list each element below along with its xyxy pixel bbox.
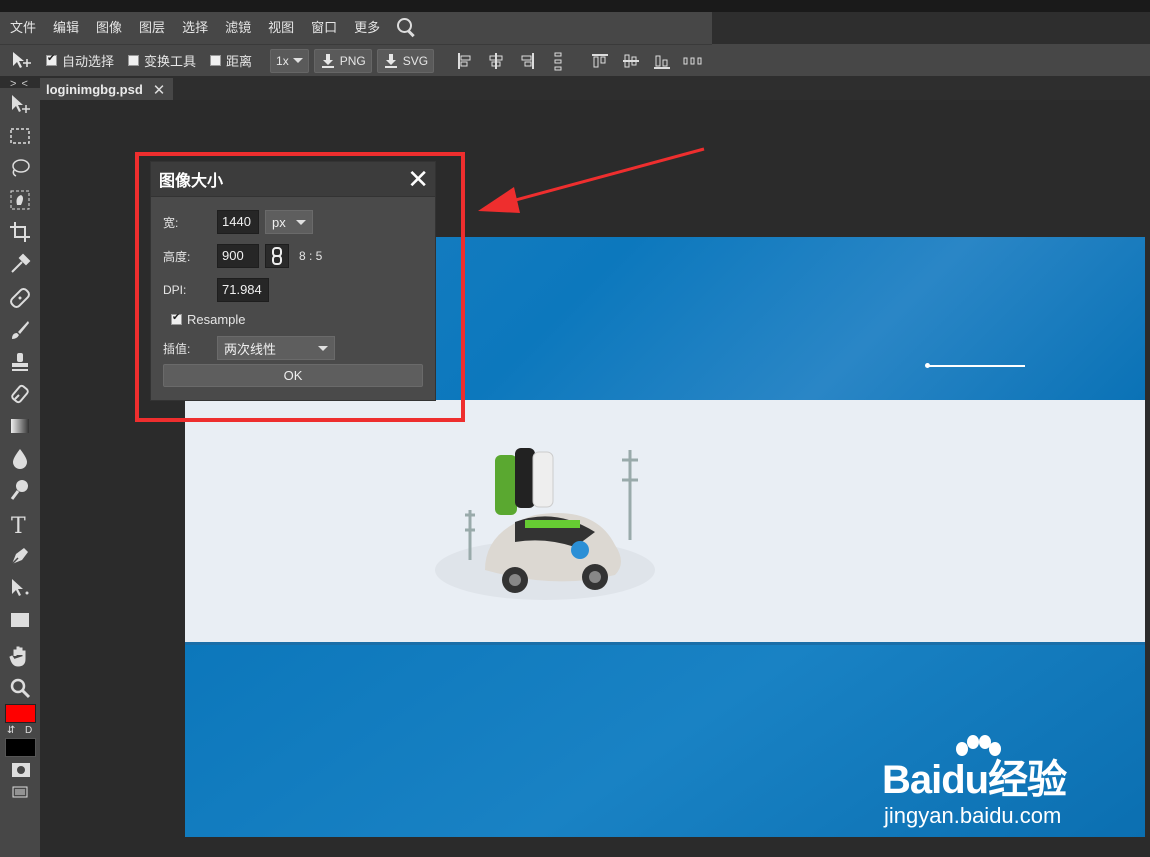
chevron-down-icon: [292, 58, 303, 63]
transform-checkbox[interactable]: [128, 55, 140, 66]
top-strip: [0, 0, 1150, 12]
foreground-color-swatch[interactable]: [5, 704, 36, 723]
menu-edit[interactable]: 编辑: [53, 13, 79, 43]
search-icon[interactable]: [395, 17, 417, 39]
watermark-url: jingyan.baidu.com: [884, 803, 1062, 828]
quick-select-tool-icon[interactable]: [8, 188, 32, 212]
distance-label: 距离: [226, 54, 253, 69]
brush-tool-icon[interactable]: [8, 318, 32, 342]
align-center-h-icon[interactable]: [486, 51, 506, 71]
decor-line: [926, 365, 1025, 367]
stamp-tool-icon[interactable]: [8, 350, 32, 374]
menu-filter[interactable]: 滤镜: [225, 13, 251, 43]
baidu-watermark: Baidu经验 jingyan.baidu.com: [882, 735, 1092, 835]
shape-tool-icon[interactable]: [8, 608, 32, 632]
text-tool-icon[interactable]: T: [8, 512, 32, 536]
hand-tool-icon[interactable]: [8, 644, 32, 668]
download-icon: [384, 53, 397, 68]
auto-select-label: 自动选择: [62, 54, 115, 69]
close-tab-icon[interactable]: ✕: [153, 81, 166, 99]
healing-brush-tool-icon[interactable]: [8, 286, 32, 310]
highlight-box: [135, 152, 465, 422]
marquee-tool-icon[interactable]: [8, 124, 32, 148]
lasso-tool-icon[interactable]: [8, 156, 32, 180]
menu-more[interactable]: 更多: [354, 13, 380, 43]
transform-label: 变换工具: [144, 54, 197, 69]
transform-option[interactable]: 变换工具: [128, 51, 196, 70]
eraser-tool-icon[interactable]: [8, 382, 32, 406]
background-color-swatch[interactable]: [5, 738, 36, 757]
download-icon: [321, 53, 334, 68]
menu-view[interactable]: 视图: [268, 13, 294, 43]
default-colors-button[interactable]: D: [25, 725, 32, 736]
export-svg-button[interactable]: SVG: [376, 48, 435, 73]
menu-window[interactable]: 窗口: [311, 13, 337, 43]
screen-mode-icon[interactable]: [12, 786, 28, 798]
distance-option[interactable]: 距离: [210, 51, 252, 70]
pen-tool-icon[interactable]: [8, 544, 32, 568]
tab-loginimgbg[interactable]: loginimgbg.psd ✕: [40, 78, 173, 101]
export-png-button[interactable]: PNG: [313, 48, 372, 73]
watermark-main: Baidu经验: [882, 758, 1067, 802]
align-right-icon[interactable]: [517, 51, 537, 71]
svg-text:T: T: [11, 514, 26, 536]
zoom-value: 1x: [276, 53, 289, 68]
menu-bar-empty: [712, 12, 1150, 44]
gradient-tool-icon[interactable]: [8, 414, 32, 438]
menu-file[interactable]: 文件: [10, 13, 36, 43]
auto-select-option[interactable]: 自动选择: [46, 51, 114, 70]
quick-mask-icon[interactable]: [11, 762, 31, 778]
svg-label: SVG: [402, 53, 429, 68]
png-label: PNG: [339, 53, 366, 68]
align-bottom-icon[interactable]: [652, 51, 672, 71]
distribute-horizontal-icon[interactable]: [683, 51, 703, 71]
zoom-tool-icon[interactable]: [8, 676, 32, 700]
move-tool-icon[interactable]: [10, 50, 34, 72]
eyedropper-tool-icon[interactable]: [8, 252, 32, 276]
dodge-tool-icon[interactable]: [8, 478, 32, 502]
menu-bar: 文件 编辑 图像 图层 选择 滤镜 视图 窗口 更多: [0, 12, 712, 44]
align-top-icon[interactable]: [590, 51, 610, 71]
options-bar-empty: [712, 44, 1150, 76]
move-tool-icon[interactable]: [8, 93, 32, 117]
path-select-tool-icon[interactable]: [8, 576, 32, 600]
align-left-icon[interactable]: [455, 51, 475, 71]
menu-image[interactable]: 图像: [96, 13, 122, 43]
swap-colors-button[interactable]: ⇵: [7, 725, 15, 736]
align-middle-icon[interactable]: [621, 51, 641, 71]
distance-checkbox[interactable]: [210, 55, 222, 66]
zoom-select[interactable]: 1x: [270, 48, 309, 73]
canvas-middle-band: [185, 400, 1145, 642]
tab-label: loginimgbg.psd: [46, 82, 143, 97]
distribute-vertical-icon[interactable]: [548, 51, 568, 71]
car-illustration: [435, 448, 655, 600]
crop-tool-icon[interactable]: [8, 220, 32, 244]
options-bar: 自动选择 变换工具 距离 1x PNG SVG: [0, 44, 712, 76]
auto-select-checkbox[interactable]: [46, 53, 57, 66]
menu-select[interactable]: 选择: [182, 13, 208, 43]
menu-layer[interactable]: 图层: [139, 13, 165, 43]
annotation-arrow: [478, 147, 705, 213]
blur-tool-icon[interactable]: [8, 446, 32, 470]
